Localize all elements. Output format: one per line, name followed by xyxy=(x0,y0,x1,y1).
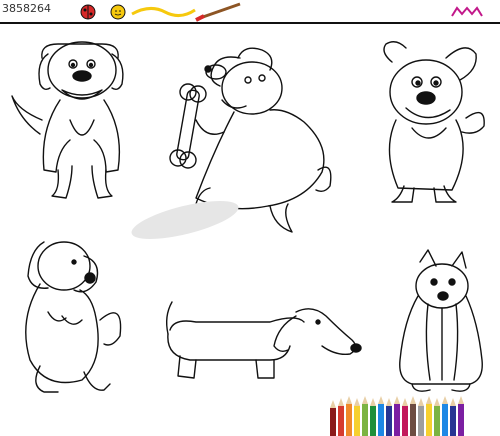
yorkshire-terrier-drawing xyxy=(399,249,483,392)
paint-swirl-icon xyxy=(131,7,196,17)
colored-pencils-icon xyxy=(330,396,464,436)
dog-illustration-canvas xyxy=(11,2,485,436)
sun-icon xyxy=(110,4,126,20)
coloring-page: 3858264 xyxy=(0,0,500,436)
begging-dog-drawing xyxy=(25,241,122,393)
spotted-dog-drawing xyxy=(383,41,485,203)
ladybug-icon xyxy=(80,4,96,20)
brand-mark-icon xyxy=(451,6,483,17)
bone-shadow-shape xyxy=(131,200,239,240)
paintbrush-icon xyxy=(195,2,241,22)
dachshund-drawing xyxy=(165,301,362,379)
shaggy-dog-drawing xyxy=(11,41,124,199)
